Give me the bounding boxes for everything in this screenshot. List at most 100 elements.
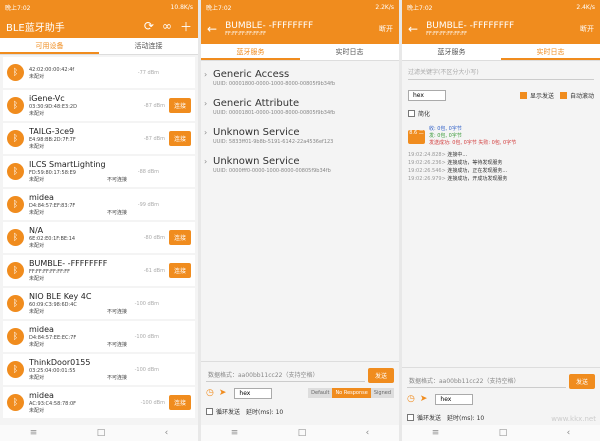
service-uuid: UUID: 5833ff01-9b8b-5191-6142-22a4536ef1…	[213, 139, 334, 145]
write-mode-no-response[interactable]: No Response	[332, 388, 371, 398]
device-row[interactable]: ᛒ ILCS SmartLighting FD:59:80:17:58:E9 未配对不…	[3, 156, 195, 187]
status-time: 晚上7:02	[206, 4, 232, 12]
bluetooth-icon: ᛒ	[7, 196, 24, 213]
simplify-checkbox[interactable]	[408, 109, 415, 117]
nav-menu-icon[interactable]: ≡	[30, 428, 38, 438]
log-line: 19:02:26.979> 连接成功，开成功发现服务	[408, 175, 594, 183]
disconnect-button[interactable]: 断开	[580, 24, 594, 34]
service-name: Generic Access	[213, 69, 290, 80]
pair-state: 未配对	[29, 276, 45, 282]
loop-send-checkbox[interactable]	[407, 413, 414, 421]
send-arrow-icon[interactable]: ➤	[420, 394, 428, 404]
tab-services[interactable]: 蓝牙服务	[402, 44, 501, 60]
service-list: › Generic Access UUID: 00001800-0000-1000-…	[201, 61, 399, 181]
service-row[interactable]: › Generic Access UUID: 00001800-0000-1000-…	[201, 65, 399, 94]
service-row[interactable]: › Unknown Service UUID: 0000fff0-0000-1000…	[201, 152, 399, 181]
chevron-right-icon: ›	[204, 99, 208, 108]
link-icon[interactable]: ∞	[162, 19, 172, 33]
tab-realtime-log[interactable]: 实时日志	[501, 44, 600, 60]
nav-menu-icon[interactable]: ≡	[231, 428, 239, 438]
device-name: N/A	[29, 226, 44, 235]
write-mode-signed[interactable]: Signed	[370, 388, 394, 398]
auto-scroll-checkbox[interactable]	[559, 91, 567, 99]
tab-realtime-log[interactable]: 实时日志	[300, 44, 399, 60]
bluetooth-icon: ᛒ	[7, 262, 24, 279]
service-uuid: UUID: 0000fff0-0000-1000-8000-00805f9b34…	[213, 168, 331, 174]
nav-back-icon[interactable]: ‹	[366, 428, 370, 438]
device-row[interactable]: ᛒ iGene-Vc 03:30:9D:48:E3:2D 未配对 -87 dBm 连接	[3, 90, 195, 121]
back-arrow-icon[interactable]: ←	[408, 22, 418, 36]
connectable-state: 不可连接	[106, 210, 127, 216]
add-icon[interactable]: ＋	[180, 18, 192, 35]
pair-state: 未配对	[29, 408, 45, 414]
tab-active-connections[interactable]: 活动连接	[99, 38, 198, 54]
connect-button[interactable]: 连接	[168, 263, 191, 278]
nav-back-icon[interactable]: ‹	[567, 428, 571, 438]
connect-button[interactable]: 连接	[168, 98, 191, 113]
bluetooth-icon: ᛒ	[7, 361, 24, 378]
service-row[interactable]: › Generic Attribute UUID: 00001801-0000-10…	[201, 94, 399, 123]
write-mode-default[interactable]: Default	[308, 388, 333, 398]
data-input[interactable]: 数据格式：aa00bb11cc22（支持空格）	[407, 374, 566, 388]
device-row[interactable]: ᛒ NIO BLE Key 4C 60:09:C3:98:6D:4C 未配对 不可连接 -…	[3, 288, 195, 319]
rssi-value: -99 dBm	[137, 201, 159, 208]
rssi-value: -77 dBm	[137, 69, 159, 76]
log-time: 19:02:26.979>	[408, 176, 446, 182]
clock-icon[interactable]: ◷	[407, 394, 415, 404]
pair-state: 未配对	[29, 210, 45, 216]
nav-back-icon[interactable]: ‹	[165, 428, 169, 438]
nav-home-icon[interactable]: □	[298, 428, 307, 438]
system-nav-bar: ≡ □ ‹	[201, 425, 399, 441]
log-time: 19:02:26.236>	[408, 160, 446, 166]
encoding-select[interactable]: hex	[234, 387, 273, 399]
bluetooth-icon: ᛒ	[7, 295, 24, 312]
connect-button[interactable]: 连接	[168, 230, 191, 245]
nav-home-icon[interactable]: □	[97, 428, 106, 438]
service-row[interactable]: › Unknown Service UUID: 5833ff01-9b8b-5191…	[201, 123, 399, 152]
stat-send-result: 发送成功: 0包, 0字节 失败: 0包, 0字节	[429, 140, 517, 146]
pair-state: 未配对	[29, 342, 45, 348]
loop-send-checkbox[interactable]	[206, 407, 213, 415]
delay-field[interactable]: 延时(ms): 10	[447, 413, 484, 422]
refresh-icon[interactable]: ⟳	[144, 19, 154, 33]
send-arrow-icon[interactable]: ➤	[219, 388, 227, 398]
send-button[interactable]: 发送	[367, 367, 394, 383]
rssi-value: -100 dBm	[140, 399, 165, 406]
show-send-checkbox[interactable]	[519, 91, 527, 99]
tab-available-devices[interactable]: 可用设备	[0, 38, 99, 54]
device-row[interactable]: ᛒ midea D4:84:57:EE:EC:7F 未配对 不可连接 -100 dBm	[3, 321, 195, 352]
encoding-select[interactable]: hex	[435, 393, 474, 405]
nav-menu-icon[interactable]: ≡	[432, 428, 440, 438]
device-row[interactable]: ᛒ ThinkDoor0155 03:25:04:00:01:55 未配对 不可连接 -1…	[3, 354, 195, 385]
filter-input[interactable]: 过滤关键字(不区分大小写)	[408, 67, 594, 80]
device-row[interactable]: ᛒ BUMBLE- -FFFFFFFF FF:FF:FF:FF:FF:FF 未配对 -6…	[3, 255, 195, 286]
send-button[interactable]: 发送	[568, 373, 595, 389]
tab-bar: 蓝牙服务 实时日志	[402, 44, 600, 61]
device-row[interactable]: ᛒ TAILG-3ce9 E4:98:BB:2D:7F:7F 未配对 -87 dBm 连接	[3, 123, 195, 154]
log-encoding-select[interactable]: hex	[408, 89, 446, 101]
tab-services[interactable]: 蓝牙服务	[201, 44, 300, 60]
connect-button[interactable]: 连接	[168, 131, 191, 146]
auto-scroll-label: 自动滚动	[569, 92, 594, 100]
stat-received: 收: 0包, 0字节	[429, 126, 462, 132]
data-input[interactable]: 数据格式：aa00bb11cc22（支持空格）	[206, 368, 365, 382]
device-row[interactable]: ᛒ midea D4:84:57:EF:83:7F 未配对 不可连接 -99 dBm	[3, 189, 195, 220]
bluetooth-icon: ᛒ	[7, 64, 24, 81]
device-list-screen: 晚上7:02 10.8K/s BLE蓝牙助手 ⟳ ∞ ＋ 可用设备 活动连接 ᛒ…	[0, 0, 198, 441]
delay-field[interactable]: 延时(ms): 10	[246, 407, 283, 416]
log-time: 19:02:26.546>	[408, 168, 446, 174]
log-line: 19:02:24.828> 连接中...	[408, 151, 594, 159]
device-row[interactable]: ᛒ midea AC:93:C4:58:78:0F 未配对 -100 dBm 连接	[3, 387, 195, 418]
device-row[interactable]: ᛒ N/A 6E:02:E0:1F:BE:14 未配对 -80 dBm 连接	[3, 222, 195, 253]
device-row[interactable]: ᛒ 42:02:00:00:42:4f 未配对 -77 dBm	[3, 57, 195, 88]
loop-send-label: 循环发送	[417, 414, 442, 422]
disconnect-button[interactable]: 断开	[379, 24, 393, 34]
connect-button[interactable]: 连接	[168, 395, 191, 410]
device-name: midea	[29, 325, 54, 334]
tab-bar: 可用设备 活动连接	[0, 38, 198, 55]
back-arrow-icon[interactable]: ←	[207, 22, 217, 36]
status-time: 晚上7:02	[407, 4, 433, 12]
clock-icon[interactable]: ◷	[206, 388, 214, 398]
nav-home-icon[interactable]: □	[499, 428, 508, 438]
device-name: ThinkDoor0155	[29, 358, 91, 367]
